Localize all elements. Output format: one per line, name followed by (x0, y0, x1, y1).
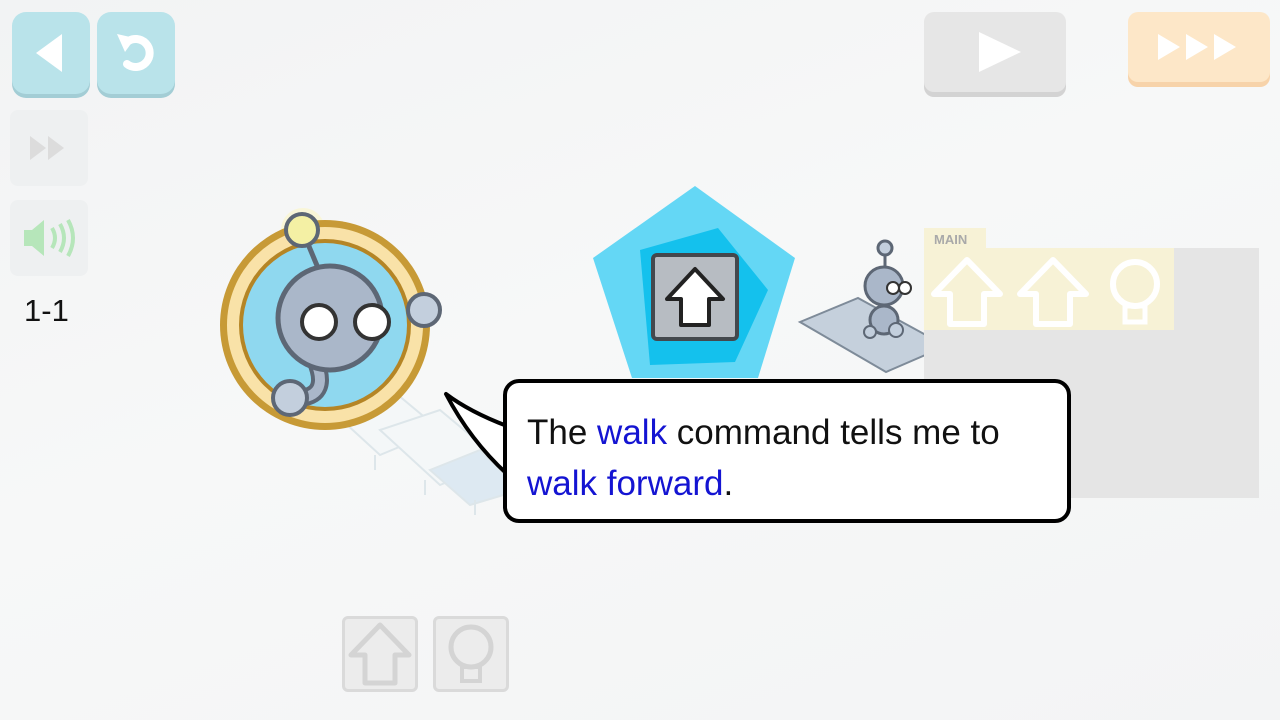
lightbulb-icon (448, 624, 494, 683)
up-arrow-icon[interactable] (928, 254, 1006, 330)
up-arrow-icon (348, 622, 412, 686)
tutorial-text: The walk command tells me to walk forward… (527, 413, 1000, 503)
walk-command-button[interactable] (342, 616, 418, 692)
up-arrow-icon (651, 253, 739, 341)
tutorial-speech-bubble: The walk command tells me to walk forward… (503, 379, 1071, 523)
up-arrow-icon[interactable] (1014, 254, 1092, 330)
robot-portrait (220, 208, 442, 430)
light-command-button[interactable] (433, 616, 509, 692)
walk-keyword: walk (597, 413, 668, 452)
lightbulb-icon[interactable] (1100, 254, 1170, 330)
main-slots (924, 248, 1174, 330)
walk-command-tile[interactable] (651, 253, 739, 341)
walk-forward-keyword: walk forward (527, 464, 724, 503)
main-label: MAIN (924, 228, 986, 250)
